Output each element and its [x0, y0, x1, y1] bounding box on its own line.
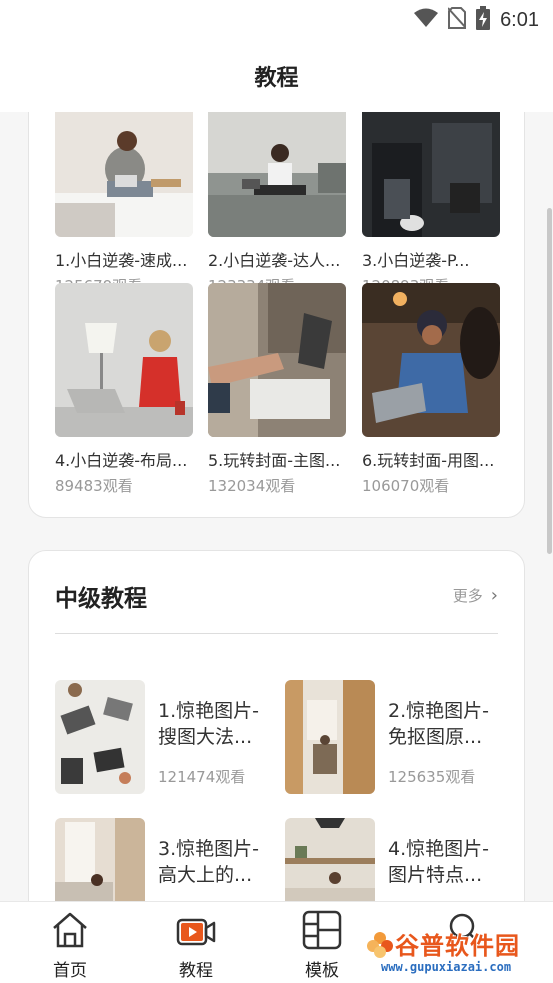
tutorial-thumbnail[interactable] — [55, 818, 145, 901]
tutorial-thumbnail[interactable] — [285, 680, 375, 794]
tutorial-grid-item[interactable]: 5.玩转封面-主图... 132034观看 — [208, 283, 346, 496]
tutorial-title: 1.小白逆袭-速成... — [55, 251, 188, 270]
no-sim-icon — [447, 7, 467, 33]
tutorial-thumbnail[interactable] — [55, 680, 145, 794]
tutorial-title: 3.惊艳图片-高大上的... — [158, 838, 259, 886]
tutorial-thumbnail[interactable] — [55, 283, 193, 437]
intermediate-tutorial-card: 中级教程 更多 › 1.惊艳图片-搜图大法... 121474观看 2.惊艳图片… — [28, 550, 525, 901]
tutorial-views: 89483观看 — [55, 477, 133, 495]
tutorial-title: 6.玩转封面-用图... — [362, 451, 495, 470]
tutorial-grid-item[interactable]: 4.小白逆袭-布局... 89483观看 — [55, 283, 193, 496]
tutorial-views: 125635观看 — [388, 768, 476, 786]
chevron-right-icon: › — [490, 585, 498, 606]
tutorial-views: 106070观看 — [362, 477, 450, 495]
nav-label: 教程 — [179, 961, 213, 981]
status-time: 6:01 — [500, 8, 539, 31]
tutorial-thumbnail[interactable] — [208, 112, 346, 237]
home-icon — [50, 910, 90, 950]
tutorial-thumbnail[interactable] — [285, 818, 375, 901]
tutorial-thumbnail[interactable] — [208, 283, 346, 437]
tutorial-thumbnail[interactable] — [362, 112, 500, 237]
tutorial-title: 5.玩转封面-主图... — [208, 451, 341, 470]
flower-logo-icon — [367, 932, 393, 958]
nav-home[interactable]: 首页 — [30, 910, 110, 981]
app-header: 教程 — [0, 40, 553, 112]
battery-charging-icon — [476, 6, 491, 34]
list-item[interactable]: 1.惊艳图片-搜图大法... 121474观看 — [55, 680, 275, 796]
more-label: 更多 — [452, 587, 483, 605]
tutorial-views: 132034观看 — [208, 477, 296, 495]
list-item[interactable]: 4.惊艳图片-图片特点... — [285, 818, 505, 901]
tutorial-views: 121474观看 — [158, 768, 246, 786]
watermark-logo: 谷普软件园 www.gupuxiazai.com — [367, 924, 551, 980]
template-icon — [302, 910, 342, 950]
nav-tutorial[interactable]: 教程 — [156, 910, 236, 981]
watermark-url: www.gupuxiazai.com — [381, 960, 512, 974]
status-bar: 6:01 — [0, 0, 553, 40]
tutorial-grid-item[interactable]: 3.小白逆袭-P... 120893观看 — [362, 112, 500, 296]
scrollbar[interactable] — [547, 208, 552, 554]
tutorial-title: 1.惊艳图片-搜图大法... — [158, 700, 259, 748]
tutorial-title: 3.小白逆袭-P... — [362, 251, 470, 270]
list-item[interactable]: 2.惊艳图片-免抠图原... 125635观看 — [285, 680, 505, 796]
tutorial-title: 2.惊艳图片-免抠图原... — [388, 700, 489, 748]
tutorial-grid-item[interactable]: 6.玩转封面-用图... 106070观看 — [362, 283, 500, 496]
beginner-tutorial-card: 1.小白逆袭-速成... 125679观看 2.小 — [28, 112, 525, 518]
divider — [55, 633, 498, 634]
wifi-icon — [414, 8, 439, 32]
tutorial-grid-item[interactable]: 1.小白逆袭-速成... 125679观看 — [55, 112, 193, 296]
watermark-title: 谷普软件园 — [395, 932, 520, 960]
nav-template[interactable]: 模板 — [282, 910, 362, 981]
section-title: 中级教程 — [55, 586, 147, 612]
more-button[interactable]: 更多 › — [453, 585, 498, 606]
nav-label: 模板 — [305, 961, 339, 981]
nav-label: 首页 — [53, 961, 87, 981]
page-title: 教程 — [254, 66, 299, 91]
video-tutorial-icon — [176, 910, 216, 950]
content-scroll-area[interactable]: 1.小白逆袭-速成... 125679观看 2.小 — [0, 112, 553, 901]
tutorial-thumbnail[interactable] — [55, 112, 193, 237]
tutorial-grid-item[interactable]: 2.小白逆袭-达人... 123334观看 — [208, 112, 346, 296]
tutorial-thumbnail[interactable] — [362, 283, 500, 437]
tutorial-title: 4.小白逆袭-布局... — [55, 451, 188, 470]
tutorial-title: 2.小白逆袭-达人... — [208, 251, 341, 270]
list-item[interactable]: 3.惊艳图片-高大上的... — [55, 818, 275, 901]
tutorial-title: 4.惊艳图片-图片特点... — [388, 838, 489, 886]
